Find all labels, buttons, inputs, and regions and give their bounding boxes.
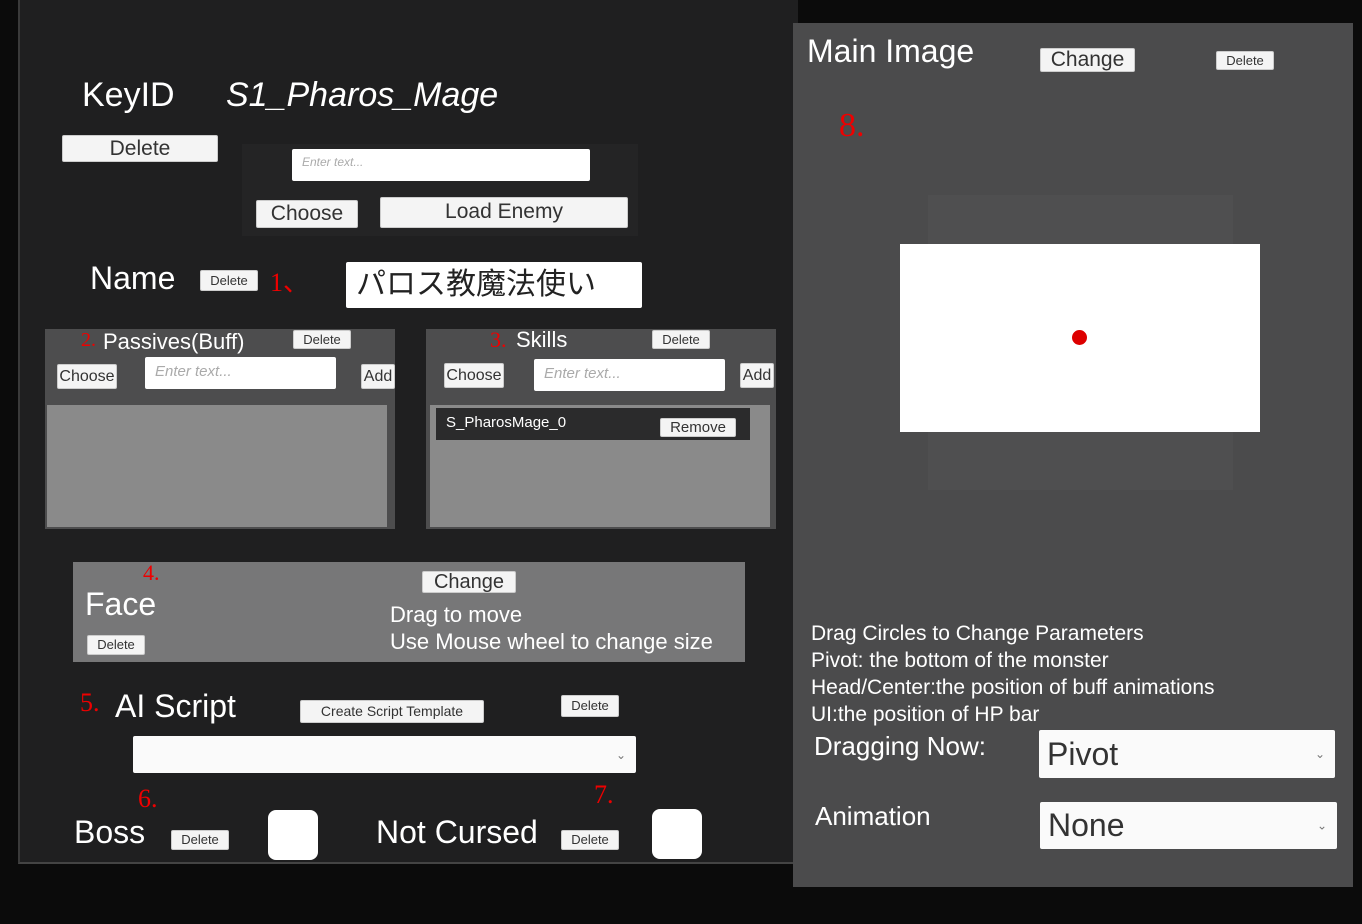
chevron-down-icon: ⌄ — [615, 747, 626, 762]
main-image-panel: Main Image Change Delete 8. Drag Circles… — [793, 23, 1353, 887]
skills-title: Skills — [516, 327, 568, 352]
choose-enemy-button[interactable]: Choose — [256, 200, 358, 228]
face-change-button[interactable]: Change — [422, 571, 516, 593]
keyid-value: S1_Pharos_Mage — [226, 76, 499, 114]
ai-script-delete-button[interactable]: Delete — [561, 695, 619, 717]
chevron-down-icon: ⌄ — [1316, 818, 1327, 832]
face-hint-drag: Drag to move — [390, 602, 523, 627]
name-delete-button[interactable]: Delete — [200, 270, 258, 291]
annotation-6: 6. — [138, 784, 158, 813]
annotation-8: 8. — [839, 107, 865, 144]
passives-input[interactable]: Enter text... — [145, 357, 336, 389]
enemy-editor-panel: KeyID S1_Pharos_Mage Delete Enter text..… — [18, 0, 798, 864]
main-image-delete-button[interactable]: Delete — [1216, 51, 1274, 70]
animation-dropdown[interactable]: None ⌄ — [1040, 802, 1337, 849]
main-image-change-button[interactable]: Change — [1040, 48, 1135, 72]
annotation-7: 7. — [594, 780, 614, 809]
skills-choose-button[interactable]: Choose — [444, 363, 504, 388]
passives-choose-button[interactable]: Choose — [57, 364, 117, 389]
ai-script-title: AI Script — [115, 688, 236, 724]
not-cursed-label: Not Cursed — [376, 814, 538, 850]
animation-label: Animation — [815, 801, 931, 831]
not-cursed-delete-button[interactable]: Delete — [561, 830, 619, 850]
annotation-1: 1、 — [270, 268, 310, 297]
skills-input[interactable]: Enter text... — [534, 359, 725, 391]
passives-add-button[interactable]: Add — [361, 364, 395, 389]
passives-panel: 2. Passives(Buff) Delete Choose Enter te… — [45, 329, 395, 529]
help-line: Drag Circles to Change Parameters — [811, 622, 1144, 645]
passives-delete-button[interactable]: Delete — [293, 330, 351, 349]
boss-label: Boss — [74, 814, 146, 850]
main-image-canvas[interactable] — [900, 244, 1260, 432]
skills-add-button[interactable]: Add — [740, 363, 774, 388]
animation-value: None — [1048, 807, 1125, 843]
chevron-down-icon: ⌄ — [1314, 747, 1325, 761]
help-line: Head/Center:the position of buff animati… — [811, 676, 1215, 699]
main-image-title: Main Image — [807, 33, 975, 69]
dragging-now-value: Pivot — [1047, 736, 1119, 772]
dragging-now-dropdown[interactable]: Pivot ⌄ — [1039, 730, 1335, 778]
passives-title: Passives(Buff) — [103, 329, 245, 354]
keyid-label: KeyID — [82, 76, 175, 114]
enemy-search-input[interactable]: Enter text... — [292, 149, 590, 181]
face-panel: 4. Face Delete Change Drag to move Use M… — [73, 560, 745, 662]
skills-delete-button[interactable]: Delete — [652, 330, 710, 349]
boss-checkbox[interactable] — [268, 810, 318, 860]
load-enemy-group: Enter text... Choose Load Enemy — [242, 144, 638, 236]
skills-list: S_PharosMage_0 Remove — [430, 405, 770, 527]
name-input[interactable]: パロス教魔法使い — [346, 262, 642, 308]
annotation-3: 3. — [490, 327, 507, 352]
face-title: Face — [85, 586, 157, 622]
annotation-5: 5. — [80, 688, 100, 717]
not-cursed-checkbox[interactable] — [652, 809, 702, 859]
name-label: Name — [90, 260, 176, 296]
boss-delete-button[interactable]: Delete — [171, 830, 229, 850]
help-line: Pivot: the bottom of the monster — [811, 649, 1109, 672]
skill-name: S_PharosMage_0 — [446, 414, 567, 431]
face-hint-wheel: Use Mouse wheel to change size — [390, 629, 713, 654]
load-enemy-button[interactable]: Load Enemy — [380, 197, 628, 228]
keyid-delete-button[interactable]: Delete — [62, 135, 218, 162]
pivot-handle[interactable] — [1072, 330, 1087, 345]
help-line: UI:the position of HP bar — [811, 703, 1040, 726]
skills-panel: 3. Skills Delete Choose Enter text... Ad… — [426, 327, 776, 529]
ai-script-dropdown[interactable]: ⌄ — [133, 736, 636, 773]
annotation-4: 4. — [143, 560, 160, 585]
dragging-now-label: Dragging Now: — [814, 731, 986, 761]
face-delete-button[interactable]: Delete — [87, 635, 145, 655]
annotation-2: 2. — [81, 329, 96, 351]
skill-remove-button[interactable]: Remove — [660, 418, 736, 437]
skill-list-item[interactable]: S_PharosMage_0 Remove — [436, 408, 750, 440]
passives-list — [47, 405, 387, 527]
create-script-template-button[interactable]: Create Script Template — [300, 700, 484, 723]
